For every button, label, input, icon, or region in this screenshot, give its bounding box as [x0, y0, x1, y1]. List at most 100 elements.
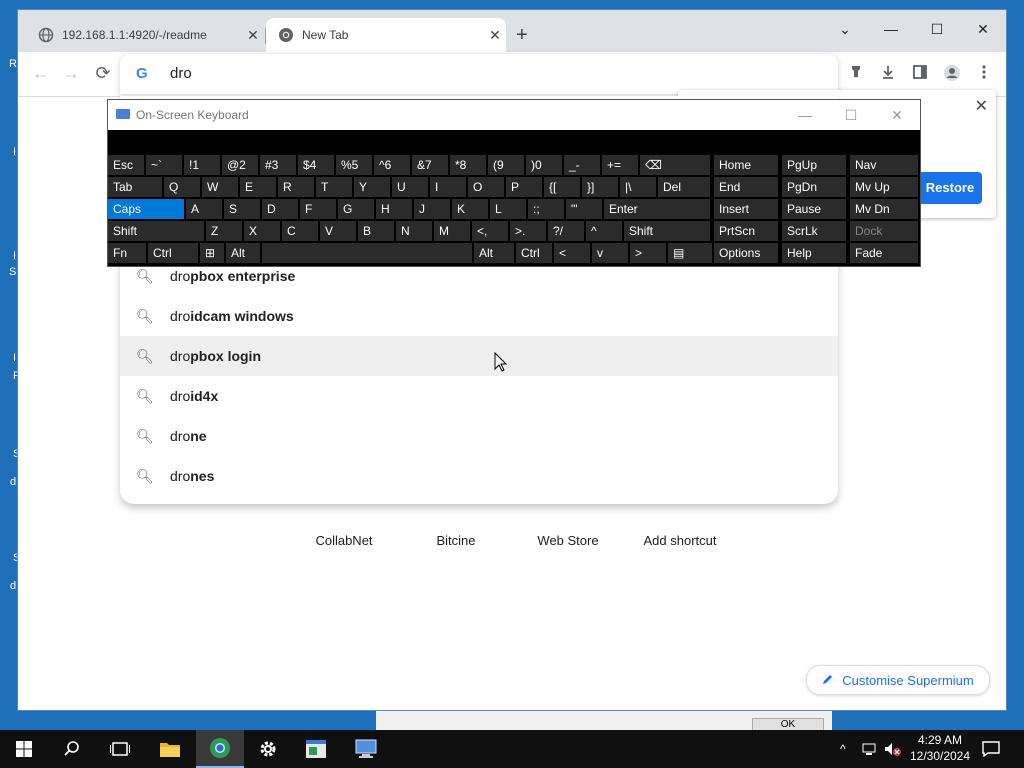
- osk-key[interactable]: Mv Dn: [850, 199, 918, 219]
- osk-key[interactable]: Shift: [624, 221, 710, 241]
- osk-key[interactable]: Fn: [108, 243, 146, 263]
- reload-button[interactable]: ⟳: [92, 62, 114, 84]
- osk-key[interactable]: Nav: [850, 155, 918, 175]
- osk-key[interactable]: #3: [260, 155, 296, 175]
- osk-key[interactable]: ScrLk: [782, 221, 846, 241]
- osk-key[interactable]: Q: [164, 177, 200, 197]
- minimize-button[interactable]: —: [874, 16, 908, 42]
- osk-key[interactable]: F: [300, 199, 336, 219]
- osk-key[interactable]: Help: [782, 243, 846, 263]
- tab-search-button[interactable]: ⌄: [828, 16, 862, 42]
- suggestion-item[interactable]: 🔍︎ dro ne: [120, 416, 838, 456]
- app-icon[interactable]: [292, 730, 340, 768]
- osk-key[interactable]: T: [316, 177, 352, 197]
- osk-key[interactable]: %5: [336, 155, 372, 175]
- osk-key[interactable]: +=: [602, 155, 638, 175]
- osk-key[interactable]: ▤: [668, 243, 712, 263]
- notifications-icon[interactable]: [982, 730, 1000, 768]
- tray-chevron-icon[interactable]: ^: [840, 730, 846, 768]
- omnibox[interactable]: G dro: [120, 54, 838, 94]
- browser-icon[interactable]: [196, 730, 244, 768]
- osk-key[interactable]: O: [468, 177, 504, 197]
- suggestion-item[interactable]: 🔍︎ dro idcam windows: [120, 296, 838, 336]
- osk-key[interactable]: (9: [488, 155, 524, 175]
- osk-key[interactable]: PgUp: [782, 155, 846, 175]
- forward-button[interactable]: →: [60, 62, 82, 84]
- osk-key[interactable]: Insert: [714, 199, 778, 219]
- osk-key[interactable]: >: [630, 243, 666, 263]
- osk-key[interactable]: Mv Up: [850, 177, 918, 197]
- osk-key[interactable]: P: [506, 177, 542, 197]
- osk-key[interactable]: }]: [582, 177, 618, 197]
- osk-key[interactable]: v: [592, 243, 628, 263]
- tab-readme[interactable]: 192.168.1.1:4920/-/readme ✕: [26, 18, 264, 52]
- suggestion-item[interactable]: 🔍︎ dro pbox login: [120, 336, 838, 376]
- system-clock[interactable]: 4:29 AM 12/30/2024: [908, 732, 972, 764]
- shortcut-bitcine[interactable]: Bitcine: [406, 533, 506, 548]
- osk-key[interactable]: N: [396, 221, 432, 241]
- back-button[interactable]: ←: [30, 62, 52, 84]
- osk-key[interactable]: Esc: [108, 155, 144, 175]
- close-icon[interactable]: ✕: [242, 27, 264, 44]
- osk-key[interactable]: K: [452, 199, 488, 219]
- osk-key[interactable]: B: [358, 221, 394, 241]
- osk-key[interactable]: Del: [658, 177, 710, 197]
- maximize-button[interactable]: ☐: [920, 16, 954, 42]
- osk-key[interactable]: Shift: [108, 221, 204, 241]
- osk-key[interactable]: Pause: [782, 199, 846, 219]
- osk-key[interactable]: Home: [714, 155, 778, 175]
- tab-new-tab[interactable]: New Tab ✕: [266, 18, 506, 52]
- osk-key[interactable]: X: [244, 221, 280, 241]
- osk-key[interactable]: [262, 243, 472, 263]
- close-icon[interactable]: ✕: [484, 27, 506, 44]
- osk-key[interactable]: D: [262, 199, 298, 219]
- osk-key[interactable]: ⌫: [640, 155, 710, 175]
- osk-key[interactable]: <: [554, 243, 590, 263]
- osk-key[interactable]: Fade: [850, 243, 918, 263]
- network-icon[interactable]: [862, 730, 878, 768]
- restore-button[interactable]: Restore: [918, 172, 982, 204]
- osk-key[interactable]: J: [414, 199, 450, 219]
- profile-icon[interactable]: [942, 64, 962, 84]
- file-explorer-icon[interactable]: [146, 730, 194, 768]
- osk-key[interactable]: !1: [184, 155, 220, 175]
- osk-key[interactable]: U: [392, 177, 428, 197]
- osk-key[interactable]: ~`: [146, 155, 182, 175]
- extensions-icon[interactable]: [846, 64, 866, 84]
- osk-key[interactable]: Alt: [226, 243, 260, 263]
- search-icon[interactable]: [48, 730, 96, 768]
- osk-key[interactable]: &7: [412, 155, 448, 175]
- osk-key[interactable]: PrtScn: [714, 221, 778, 241]
- suggestion-item[interactable]: 🔍︎ dro nes: [120, 456, 838, 496]
- osk-key[interactable]: *8: [450, 155, 486, 175]
- osk-key[interactable]: End: [714, 177, 778, 197]
- osk-key[interactable]: Caps: [108, 199, 184, 219]
- osk-key[interactable]: ⊞: [200, 243, 224, 263]
- osk-key[interactable]: S: [224, 199, 260, 219]
- osk-key[interactable]: ^6: [374, 155, 410, 175]
- osk-key[interactable]: Y: [354, 177, 390, 197]
- osk-key[interactable]: I: [430, 177, 466, 197]
- osk-key[interactable]: "': [566, 199, 602, 219]
- omnibox-input[interactable]: dro: [170, 65, 192, 82]
- osk-key[interactable]: H: [376, 199, 412, 219]
- osk-key[interactable]: |\: [620, 177, 656, 197]
- osk-key[interactable]: Enter: [604, 199, 710, 219]
- customise-button[interactable]: Customise Supermium: [806, 665, 990, 695]
- osk-close-button[interactable]: ✕: [882, 100, 912, 130]
- shortcut-add[interactable]: Add shortcut: [630, 533, 730, 548]
- osk-key[interactable]: _-: [564, 155, 600, 175]
- osk-key[interactable]: Ctrl: [516, 243, 552, 263]
- osk-key[interactable]: G: [338, 199, 374, 219]
- remote-icon[interactable]: [342, 730, 390, 768]
- menu-icon[interactable]: [974, 64, 994, 84]
- osk-key[interactable]: >.: [510, 221, 546, 241]
- osk-key[interactable]: A: [186, 199, 222, 219]
- shortcut-collabnet[interactable]: CollabNet: [294, 533, 394, 548]
- osk-key[interactable]: M: [434, 221, 470, 241]
- sidepanel-icon[interactable]: [910, 64, 930, 84]
- osk-key[interactable]: ^: [586, 221, 622, 241]
- start-icon[interactable]: [0, 730, 48, 768]
- osk-key[interactable]: ?/: [548, 221, 584, 241]
- volume-muted-icon[interactable]: [884, 730, 902, 768]
